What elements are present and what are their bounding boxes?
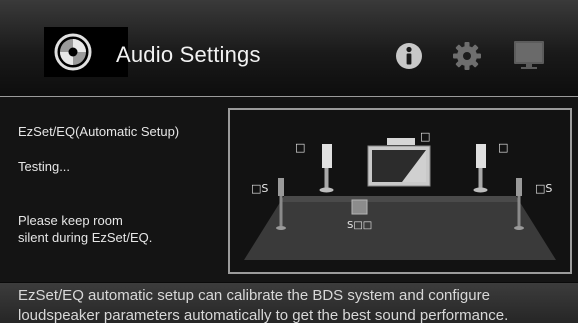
page-title: Audio Settings bbox=[116, 42, 261, 67]
disc-icon bbox=[54, 33, 92, 71]
speaker-layout-panel: □ □ □ □S □S S□□ bbox=[228, 108, 572, 274]
footer-line1: EzSet/EQ automatic setup can calibrate t… bbox=[18, 287, 490, 304]
setup-hint: Please keep room silent during EzSet/EQ. bbox=[18, 212, 208, 246]
setup-hint-line1: Please keep room bbox=[18, 213, 123, 228]
subwoofer-label: S□□ bbox=[347, 220, 372, 231]
gear-icon[interactable] bbox=[452, 41, 482, 71]
setup-title: EzSet/EQ(Automatic Setup) bbox=[18, 124, 180, 139]
footer-description: EzSet/EQ automatic setup can calibrate t… bbox=[18, 286, 578, 323]
room-floor bbox=[244, 196, 556, 260]
front-left-label: □ bbox=[295, 141, 305, 154]
description-footer: EzSet/EQ automatic setup can calibrate t… bbox=[0, 283, 578, 323]
surround-right-speaker: □S bbox=[514, 178, 552, 230]
surround-left-label: □S bbox=[251, 182, 268, 195]
center-speaker-label: □ bbox=[420, 130, 430, 143]
center-speaker: □ bbox=[387, 130, 430, 145]
surround-right-label: □S bbox=[535, 182, 552, 195]
footer-line2: loudspeaker parameters automatically to … bbox=[18, 307, 509, 323]
front-right-speaker: □ bbox=[473, 141, 508, 193]
setup-hint-line2: silent during EzSet/EQ. bbox=[18, 230, 153, 245]
tv-screen-graphic bbox=[367, 145, 431, 187]
speaker-layout-diagram: □ □ □ □S □S S□□ bbox=[244, 130, 556, 260]
tv-icon[interactable] bbox=[512, 38, 546, 72]
front-right-label: □ bbox=[498, 141, 508, 154]
front-left-speaker: □ bbox=[295, 141, 334, 193]
info-icon[interactable] bbox=[394, 41, 424, 71]
setup-status: Testing... bbox=[18, 159, 71, 174]
header-bar: Audio Settings bbox=[0, 0, 578, 97]
